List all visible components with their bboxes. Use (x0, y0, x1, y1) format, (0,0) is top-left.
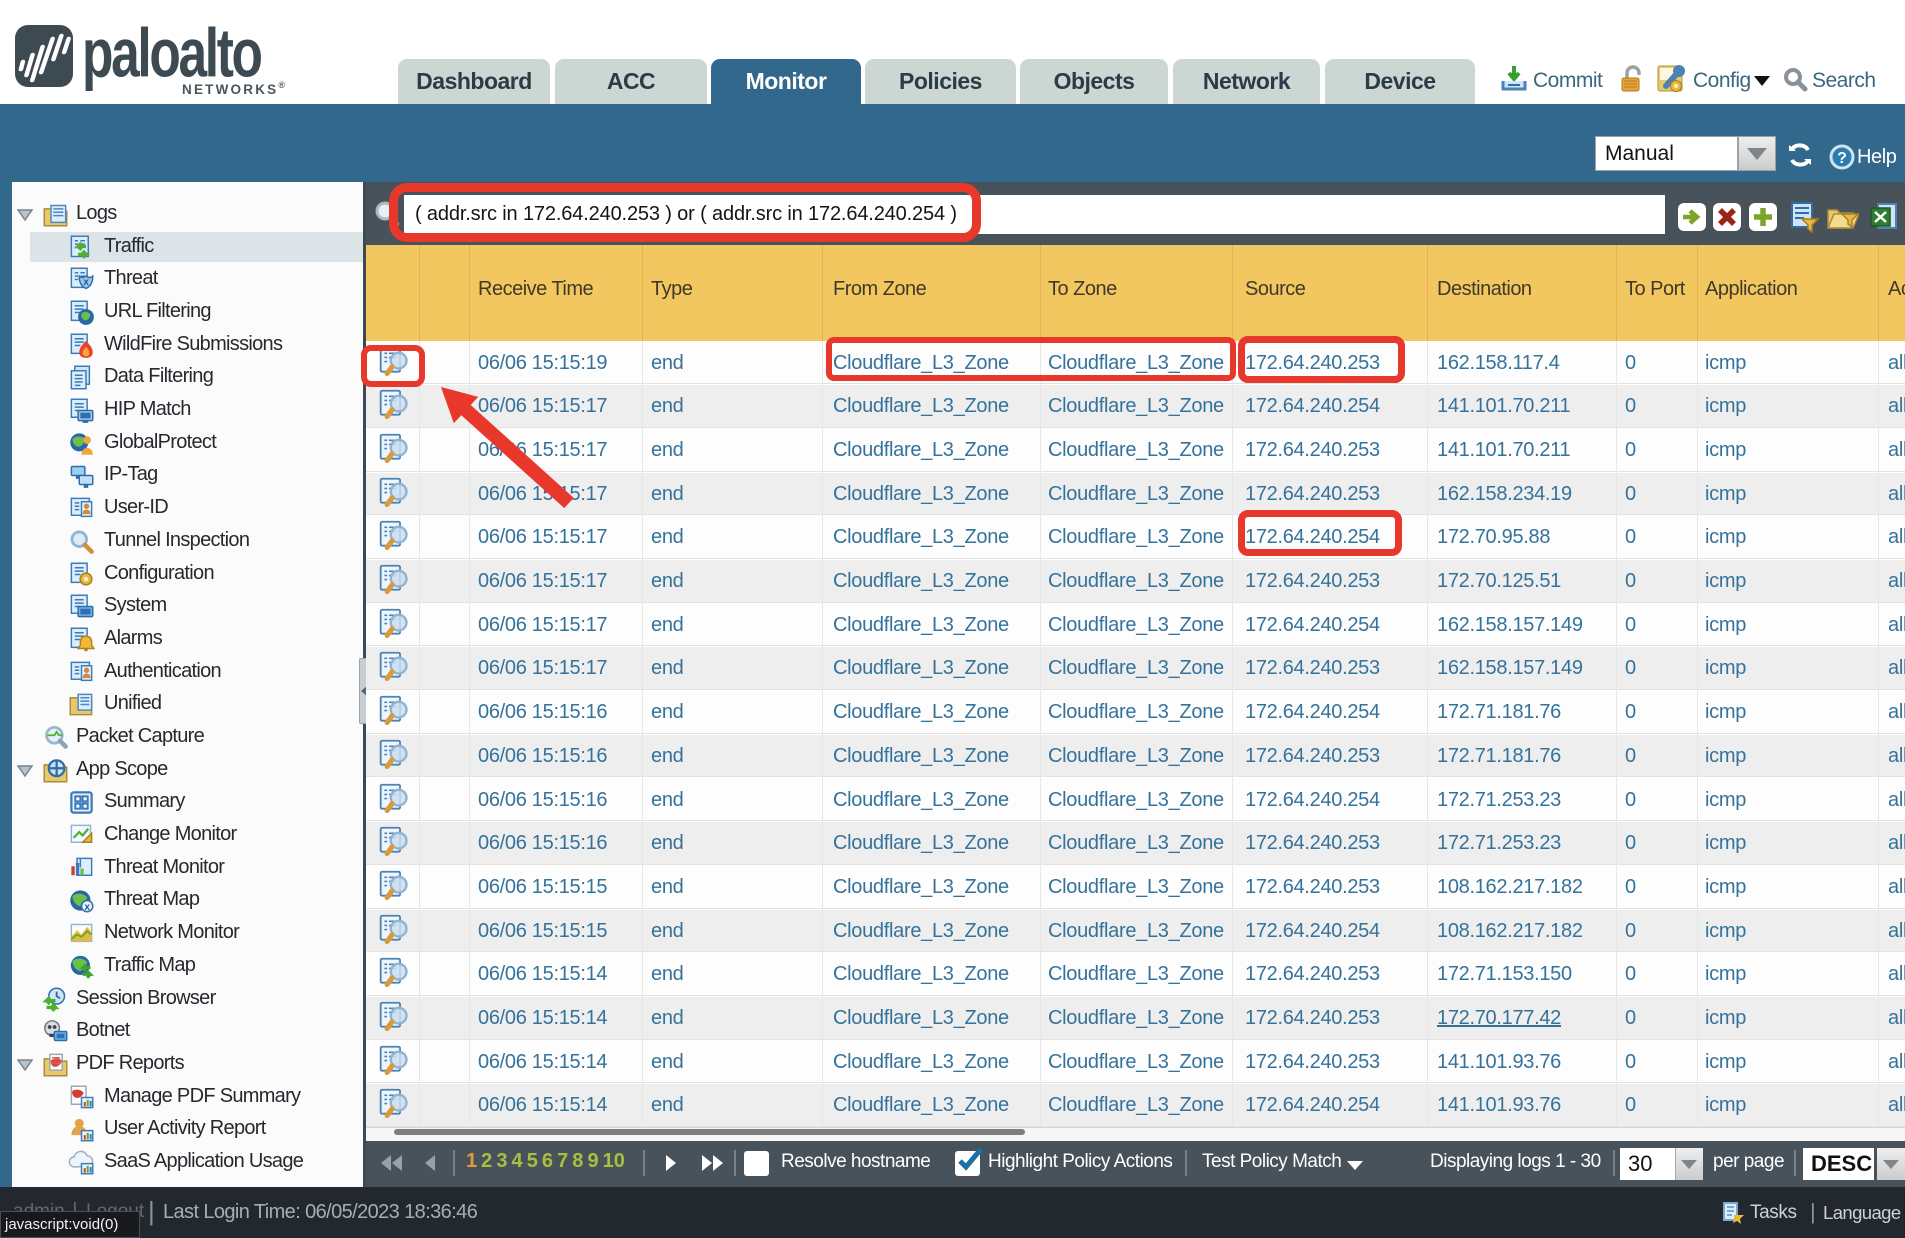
svg-text:?: ? (1837, 150, 1847, 167)
svg-text:x: x (83, 277, 89, 288)
svg-text:x: x (84, 902, 90, 913)
